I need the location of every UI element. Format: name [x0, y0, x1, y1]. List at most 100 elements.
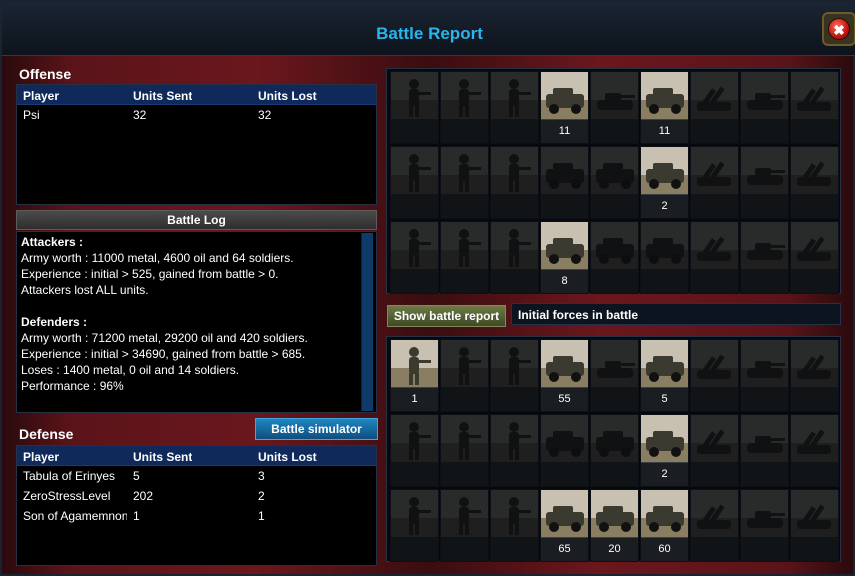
flamethrower-icon	[441, 490, 488, 537]
unit-slot[interactable]	[540, 146, 589, 219]
table-row: Tabula of Erinyes 5 3	[17, 466, 376, 486]
unit-slot[interactable]	[740, 221, 789, 294]
unit-slot[interactable]	[740, 71, 789, 144]
units-lost: 2	[258, 489, 265, 503]
unit-slot[interactable]	[590, 146, 639, 219]
unit-slot[interactable]: 11	[640, 71, 689, 144]
unit-slot[interactable]	[440, 146, 489, 219]
unit-slot[interactable]	[790, 339, 839, 412]
player-name: ZeroStressLevel	[23, 489, 111, 503]
unit-count-area	[441, 119, 488, 143]
unit-count-area	[741, 269, 788, 293]
unit-slot[interactable]	[390, 146, 439, 219]
unit-slot[interactable]	[590, 71, 639, 144]
battle-log-header: Battle Log	[16, 210, 377, 230]
scout-icon	[391, 222, 438, 269]
unit-slot[interactable]: 60	[640, 489, 689, 562]
unit-count-area	[791, 537, 838, 561]
forces-label: Initial forces in battle	[511, 303, 841, 325]
flamethrower-icon	[441, 222, 488, 269]
sam-launcher-icon	[791, 222, 838, 269]
unit-count: 8	[561, 275, 568, 287]
unit-slot[interactable]	[690, 71, 739, 144]
commando-icon	[441, 147, 488, 194]
unit-slot[interactable]	[490, 489, 539, 562]
col-units-sent: Units Sent	[133, 450, 193, 464]
unit-slot[interactable]	[690, 221, 739, 294]
unit-slot[interactable]: 55	[540, 339, 589, 412]
unit-slot[interactable]	[540, 414, 589, 487]
unit-slot[interactable]	[490, 414, 539, 487]
unit-slot[interactable]	[490, 339, 539, 412]
unit-count-area	[591, 387, 638, 411]
unit-slot[interactable]	[740, 146, 789, 219]
unit-slot[interactable]	[390, 489, 439, 562]
unit-slot[interactable]	[590, 221, 639, 294]
unit-slot[interactable]	[440, 339, 489, 412]
unit-slot[interactable]	[390, 71, 439, 144]
light-tank-icon	[591, 340, 638, 387]
unit-slot[interactable]	[640, 221, 689, 294]
unit-slot[interactable]	[440, 71, 489, 144]
unit-slot[interactable]: 8	[540, 221, 589, 294]
unit-slot[interactable]	[590, 414, 639, 487]
unit-slot[interactable]	[740, 489, 789, 562]
col-player: Player	[23, 89, 60, 103]
recon-vehicle-icon	[541, 490, 588, 537]
unit-slot[interactable]: 20	[590, 489, 639, 562]
show-battle-report-button[interactable]: Show battle report	[387, 305, 506, 327]
battle-tank-icon	[741, 490, 788, 537]
unit-slot[interactable]: 1	[390, 339, 439, 412]
battle-log-scrollbar[interactable]	[361, 233, 373, 411]
unit-count-area	[741, 537, 788, 561]
unit-count-area	[491, 462, 538, 486]
unit-slot[interactable]	[490, 221, 539, 294]
unit-slot[interactable]	[440, 221, 489, 294]
unit-count-area	[441, 269, 488, 293]
unit-slot[interactable]	[790, 71, 839, 144]
unit-slot[interactable]	[690, 339, 739, 412]
unit-slot[interactable]	[490, 71, 539, 144]
unit-slot[interactable]	[390, 221, 439, 294]
unit-slot[interactable]: 65	[540, 489, 589, 562]
unit-slot[interactable]	[440, 414, 489, 487]
unit-slot[interactable]: 5	[640, 339, 689, 412]
unit-slot[interactable]	[590, 339, 639, 412]
unit-slot[interactable]: 2	[640, 146, 689, 219]
humvee-icon	[541, 72, 588, 119]
supply-truck-icon	[591, 222, 638, 269]
unit-slot[interactable]	[790, 221, 839, 294]
unit-slot[interactable]	[440, 489, 489, 562]
player-name: Son of Agamemnon	[23, 509, 127, 523]
unit-slot[interactable]	[390, 414, 439, 487]
unit-slot[interactable]	[740, 414, 789, 487]
heavy-tank-icon	[741, 415, 788, 462]
unit-count-area	[441, 387, 488, 411]
unit-count-area	[441, 194, 488, 218]
unit-slot[interactable]	[690, 489, 739, 562]
recon-vehicle-icon	[541, 222, 588, 269]
unit-slot[interactable]	[690, 414, 739, 487]
unit-slot[interactable]	[740, 339, 789, 412]
unit-count: 60	[658, 543, 671, 555]
unit-slot[interactable]: 11	[540, 71, 589, 144]
unit-slot[interactable]	[790, 146, 839, 219]
unit-slot[interactable]	[790, 414, 839, 487]
unit-slot[interactable]	[690, 146, 739, 219]
attacker-units-grid: 11 11 2 8	[386, 68, 841, 294]
unit-count-area	[491, 194, 538, 218]
close-button[interactable]: ✖	[822, 12, 855, 46]
units-sent: 5	[133, 469, 140, 483]
units-lost: 32	[258, 108, 272, 122]
unit-count: 1	[411, 393, 418, 405]
unit-count-area	[791, 119, 838, 143]
unit-slot[interactable]: 2	[640, 414, 689, 487]
unit-count-area	[691, 462, 738, 486]
unit-slot[interactable]	[490, 146, 539, 219]
unit-slot[interactable]	[790, 489, 839, 562]
battle-simulator-button[interactable]: Battle simulator	[255, 418, 378, 440]
unit-count-area	[391, 194, 438, 218]
unit-count: 65	[558, 543, 571, 555]
unit-count-area	[441, 537, 488, 561]
unit-count-area	[391, 537, 438, 561]
